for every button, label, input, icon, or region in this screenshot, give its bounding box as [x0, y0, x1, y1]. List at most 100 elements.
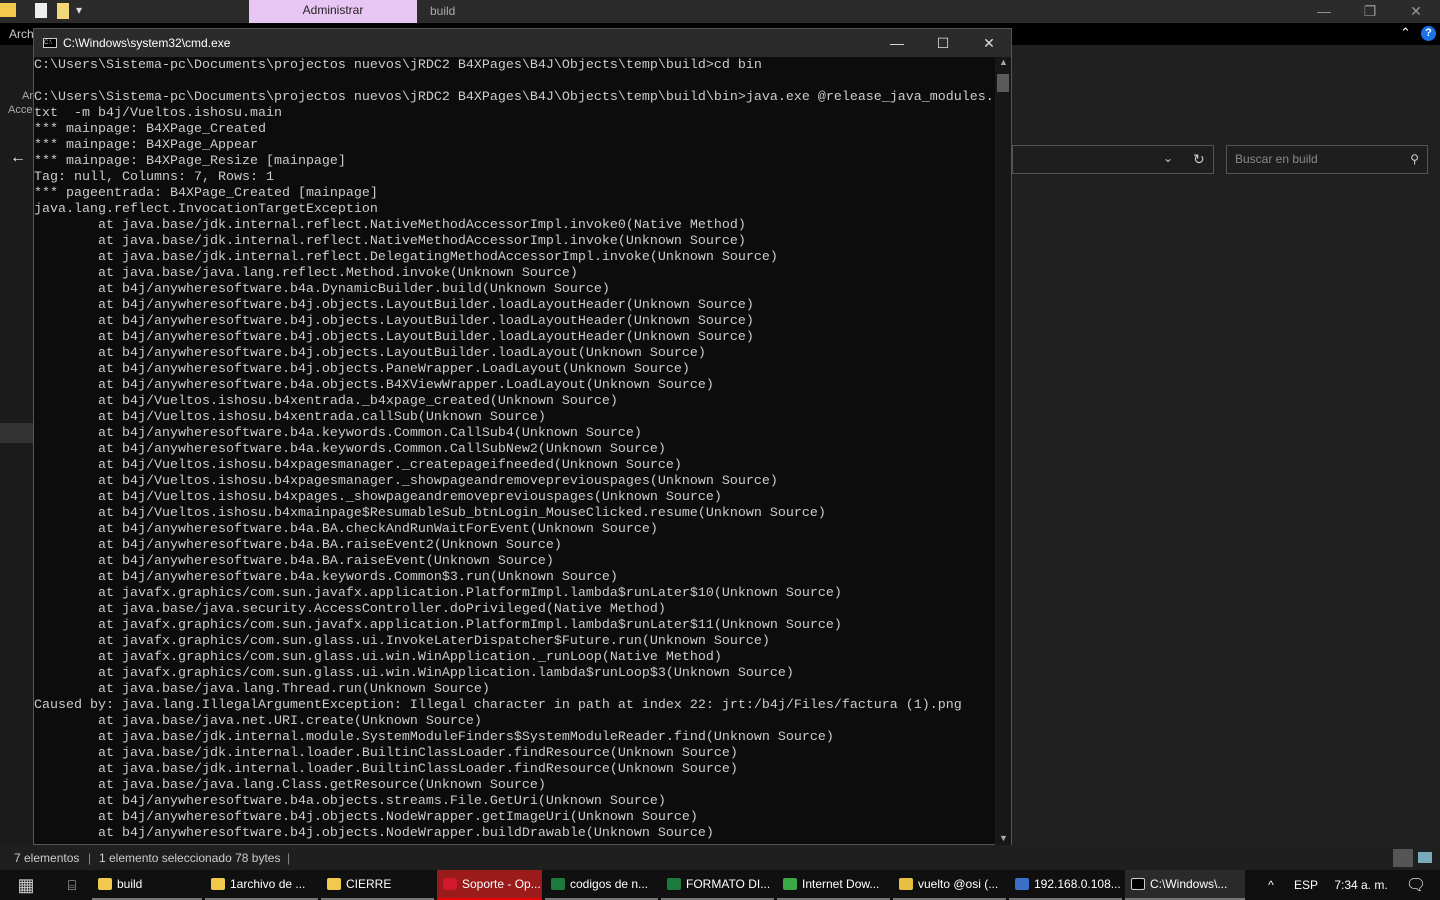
cmd-minimize-button[interactable]: —	[874, 29, 920, 57]
console-line: at b4j/Vueltos.ishosu.b4xpagesmanager._s…	[34, 474, 778, 489]
taskbar-item[interactable]: 192.168.0.108...	[1009, 870, 1122, 900]
scroll-down-icon[interactable]: ▼	[999, 833, 1008, 843]
console-line: at b4j/anywheresoftware.b4j.objects.Layo…	[34, 314, 754, 329]
taskbar-item[interactable]: FORMATO DI...	[661, 870, 774, 900]
console-line: at b4j/anywheresoftware.b4j.objects.Pane…	[34, 362, 690, 377]
show-hidden-icons[interactable]: ^	[1256, 878, 1286, 892]
cmd-maximize-button[interactable]: ☐	[920, 29, 966, 57]
cmd-title: C:\Windows\system32\cmd.exe	[63, 36, 231, 50]
items-count: 7 elementos	[14, 851, 80, 865]
collapse-ribbon-icon[interactable]: ⌃	[1400, 25, 1411, 41]
chevron-down-icon[interactable]: ⌄	[1163, 151, 1173, 165]
taskbar-item[interactable]: codigos de n...	[545, 870, 658, 900]
app-icon	[98, 878, 112, 890]
task-view-icon[interactable]: ▦	[0, 875, 52, 896]
app-icon	[1131, 878, 1145, 890]
back-arrow-icon[interactable]: ←	[10, 149, 26, 167]
console-line: *** mainpage: B4XPage_Resize [mainpage]	[34, 154, 346, 169]
cmd-scrollbar[interactable]: ▲ ▼	[995, 57, 1011, 845]
close-button[interactable]: ✕	[1393, 0, 1439, 23]
folder-icon	[0, 3, 16, 17]
console-line: at b4j/Vueltos.ishosu.b4xpages._showpage…	[34, 490, 722, 505]
search-icon: ⚲	[1410, 152, 1419, 166]
taskbar-item-label: Soporte - Op...	[462, 877, 541, 891]
taskbar-item[interactable]: vuelto @osi (...	[893, 870, 1006, 900]
console-line: at b4j/anywheresoftware.b4a.objects.stre…	[34, 794, 666, 809]
console-line: at b4j/anywheresoftware.b4j.objects.Layo…	[34, 330, 754, 345]
restore-button[interactable]: ❐	[1347, 0, 1393, 23]
console-line: *** mainpage: B4XPage_Created	[34, 122, 266, 137]
scroll-up-icon[interactable]: ▲	[999, 57, 1008, 67]
app-icon	[443, 878, 457, 890]
notifications-icon[interactable]: 🗨	[1396, 875, 1436, 895]
console-line: at javafx.graphics/com.sun.glass.ui.win.…	[34, 650, 722, 665]
large-icons-view-icon[interactable]	[1418, 852, 1432, 863]
console-line: Caused by: java.lang.IllegalArgumentExce…	[34, 698, 962, 713]
console-line: at java.base/java.lang.Class.getResource…	[34, 778, 546, 793]
console-line: at b4j/anywheresoftware.b4j.objects.Layo…	[34, 298, 754, 313]
console-line: at b4j/Vueltos.ishosu.b4xentrada._b4xpag…	[34, 394, 618, 409]
console-line: at b4j/anywheresoftware.b4a.DynamicBuild…	[34, 282, 610, 297]
taskbar-item[interactable]: build	[92, 870, 202, 900]
cmd-titlebar[interactable]: C:\ C:\Windows\system32\cmd.exe	[34, 29, 1011, 57]
details-view-icon[interactable]	[1393, 849, 1413, 867]
console-line: java.lang.reflect.InvocationTargetExcept…	[34, 202, 378, 217]
console-line: at b4j/Vueltos.ishosu.b4xpagesmanager._c…	[34, 458, 682, 473]
taskbar-item-label: build	[117, 877, 143, 891]
console-line: at java.base/java.net.URI.create(Unknown…	[34, 714, 482, 729]
status-bar: 7 elementos | 1 elemento seleccionado 78…	[0, 845, 1440, 870]
taskbar-item-label: CIERRE	[346, 877, 392, 891]
console-line: at b4j/anywheresoftware.b4a.keywords.Com…	[34, 570, 618, 585]
console-line: at b4j/anywheresoftware.b4j.objects.Node…	[34, 826, 714, 841]
console-line: at java.base/jdk.internal.module.SystemM…	[34, 730, 834, 745]
language-indicator[interactable]: ESP	[1286, 878, 1326, 892]
help-icon[interactable]: ?	[1421, 26, 1436, 41]
search-input[interactable]: Buscar en build ⚲	[1226, 145, 1428, 174]
taskbar-item-label: 192.168.0.108...	[1034, 877, 1121, 891]
console-line: at b4j/anywheresoftware.b4a.keywords.Com…	[34, 442, 666, 457]
customize-quick-access-icon[interactable]: ▾	[76, 3, 82, 17]
clock[interactable]: 7:34 a. m.	[1326, 878, 1396, 892]
console-line: at java.base/jdk.internal.loader.Builtin…	[34, 762, 738, 777]
new-folder-icon[interactable]	[57, 3, 69, 19]
console-line: *** pageentrada: B4XPage_Created [mainpa…	[34, 186, 378, 201]
taskbar-item-label: vuelto @osi (...	[918, 877, 999, 891]
console-line: at javafx.graphics/com.sun.javafx.applic…	[34, 586, 842, 601]
console-line: at b4j/anywheresoftware.b4a.BA.raiseEven…	[34, 554, 554, 569]
cmd-close-button[interactable]: ✕	[966, 29, 1012, 57]
taskbar-item-label: Internet Dow...	[802, 877, 880, 891]
console-line: C:\Users\Sistema-pc\Documents\projectos …	[34, 90, 994, 105]
cmd-window[interactable]: C:\ C:\Windows\system32\cmd.exe — ☐ ✕ C:…	[33, 28, 1012, 845]
taskbar: ▦ ⌸ build 1archivo de ... CIERRE Soporte - …	[0, 870, 1440, 900]
explorer-window-title: build	[430, 4, 456, 18]
timeline-icon[interactable]: ⌸	[52, 877, 92, 894]
refresh-icon[interactable]: ↻	[1193, 151, 1205, 168]
console-line: at b4j/anywheresoftware.b4a.objects.B4XV…	[34, 378, 714, 393]
console-line: at javafx.graphics/com.sun.glass.ui.Invo…	[34, 634, 770, 649]
tab-administrar[interactable]: Administrar	[249, 0, 417, 23]
scroll-thumb[interactable]	[997, 74, 1009, 92]
address-bar[interactable]: ⌄ ↻	[1012, 145, 1214, 174]
search-placeholder: Buscar en build	[1235, 152, 1318, 166]
nav-selected-item[interactable]	[0, 423, 34, 443]
menu-archivo[interactable]: Arch	[9, 27, 34, 41]
app-icon	[327, 878, 341, 890]
app-icon	[899, 878, 913, 890]
console-output[interactable]: C:\Users\Sistema-pc\Documents\projectos …	[34, 57, 996, 845]
taskbar-item[interactable]: 1archivo de ...	[205, 870, 318, 900]
minimize-button[interactable]: —	[1301, 0, 1347, 23]
taskbar-item[interactable]: Internet Dow...	[777, 870, 890, 900]
properties-icon[interactable]	[35, 3, 47, 18]
app-icon	[667, 878, 681, 890]
console-line: at b4j/Vueltos.ishosu.b4xmainpage$Resuma…	[34, 506, 826, 521]
console-line: at java.base/jdk.internal.reflect.Native…	[34, 218, 746, 233]
console-line: at b4j/anywheresoftware.b4a.keywords.Com…	[34, 426, 642, 441]
console-line: at java.base/jdk.internal.reflect.Delega…	[34, 250, 778, 265]
taskbar-item[interactable]: CIERRE	[321, 870, 434, 900]
taskbar-item[interactable]: C:\Windows\...	[1125, 870, 1245, 900]
console-line: Tag: null, Columns: 7, Rows: 1	[34, 170, 274, 185]
taskbar-item-label: codigos de n...	[570, 877, 649, 891]
side-text: Acce	[8, 104, 33, 116]
taskbar-item[interactable]: Soporte - Op...	[437, 870, 542, 900]
